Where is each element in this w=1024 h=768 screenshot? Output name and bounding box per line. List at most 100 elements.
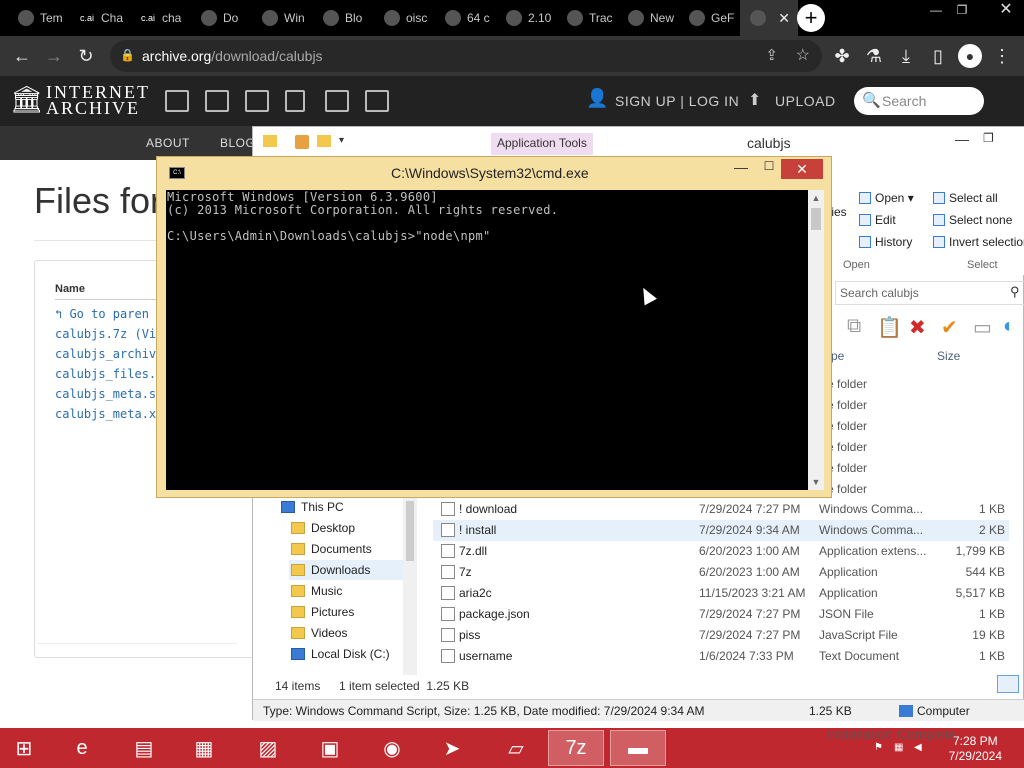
cmd-close-button[interactable]: ✕ [781, 159, 823, 179]
delete-icon[interactable]: ✖ [909, 315, 926, 340]
close-window-button[interactable]: ✕ [988, 0, 1024, 22]
explorer-icon[interactable]: ▤ [116, 730, 172, 766]
share-icon[interactable]: ⇪ [765, 46, 778, 64]
file-row[interactable]: 7z 6/20/2023 1:00 AM Application 544 KB [433, 562, 1009, 583]
tab-5[interactable]: Blo [313, 0, 374, 36]
nav-scrollbar[interactable] [403, 497, 417, 675]
globe-icon[interactable]: ◐ [1003, 315, 1015, 338]
nav-item-this-pc[interactable]: This PC [279, 497, 403, 517]
file-row[interactable]: ! install 7/29/2024 9:34 AM Windows Comma.… [433, 520, 1009, 541]
software-icon[interactable] [325, 90, 349, 112]
file-row[interactable]: ! download 7/29/2024 7:27 PM Windows Comma… [433, 499, 1009, 520]
file-row[interactable]: username 1/6/2024 7:33 PM Text Document 1 K… [433, 646, 1009, 667]
file-row[interactable]: aria2c 11/15/2023 3:21 AM Application 5,517… [433, 583, 1009, 604]
horizontal-scrollbar[interactable] [37, 643, 237, 653]
tab-9[interactable]: Trac [557, 0, 618, 36]
cmd-icon[interactable]: ▬ [610, 730, 666, 766]
tab-6[interactable]: oisc [374, 0, 435, 36]
web-icon[interactable] [165, 90, 189, 112]
ribbon-select-none-button[interactable]: Select none [933, 213, 1012, 227]
tray-flag-icon[interactable]: ⚑ [874, 742, 883, 753]
tab-4[interactable]: Win [252, 0, 313, 36]
rename-icon[interactable]: ▭ [973, 315, 992, 340]
size-column-header[interactable]: Size [937, 349, 960, 363]
cmd-scrollbar[interactable]: ▲ ▼ [808, 190, 824, 490]
tab-0[interactable]: Tem [8, 0, 69, 36]
signup-login-link[interactable]: SIGN UP | LOG IN [615, 93, 739, 109]
ie-icon[interactable]: e [54, 730, 110, 766]
back-icon[interactable]: ← [10, 44, 34, 68]
file-row[interactable]: piss 7/29/2024 7:27 PM JavaScript File 19 K… [433, 625, 1009, 646]
images-icon[interactable] [365, 90, 389, 112]
ribbon-open-button[interactable]: Open ▾ [859, 191, 914, 205]
tray-volume-icon[interactable]: ◀ [914, 742, 922, 753]
scroll-down-icon[interactable]: ▼ [808, 474, 824, 490]
ribbon-edit-button[interactable]: Edit [859, 213, 896, 227]
store-icon[interactable]: ▦ [176, 730, 232, 766]
go-to-parent-link[interactable]: ↰ Go to paren [55, 307, 149, 321]
tab-1[interactable]: c.ai Cha [69, 0, 130, 36]
file-link[interactable]: calubjs.7z (Vi [55, 327, 156, 341]
new-folder-icon[interactable] [317, 135, 331, 147]
ia-search-input[interactable]: 🔍 Search [854, 87, 984, 115]
properties-icon[interactable] [295, 135, 309, 149]
ribbon-history-button[interactable]: History [859, 235, 912, 249]
tab-8[interactable]: 2.10 [496, 0, 557, 36]
file-link[interactable]: calubjs_files. [55, 367, 156, 381]
close-tab-icon[interactable]: ✕ [778, 10, 790, 27]
file-link[interactable]: calubjs_meta.x [55, 407, 156, 421]
ribbon-select-all-button[interactable]: Select all [933, 191, 998, 205]
upload-link[interactable]: UPLOAD [775, 93, 836, 109]
nav-item-local-disk-c-[interactable]: Local Disk (C:) [289, 644, 403, 664]
ia-logo-text[interactable]: INTERNET ARCHIVE [46, 83, 150, 117]
nav-item-desktop[interactable]: Desktop [289, 518, 403, 538]
cmd-minimize-button[interactable]: — [731, 159, 751, 179]
details-view-icon[interactable] [997, 675, 1019, 693]
download-icon[interactable]: ⤓ [894, 44, 918, 68]
quick-access-dropdown-icon[interactable]: ▾ [339, 135, 344, 146]
file-link[interactable]: calubjs_archiv [55, 347, 156, 361]
tab-7[interactable]: 64 c [435, 0, 496, 36]
address-bar[interactable]: 🔒 archive.org/download/calubjs ⇪ ☆ [110, 40, 822, 72]
texts-icon[interactable] [205, 90, 229, 112]
cmd-scroll-thumb[interactable] [811, 208, 821, 230]
restore-button[interactable]: ❐ [944, 0, 980, 22]
name-column-header[interactable]: Name [55, 283, 85, 295]
start-icon[interactable]: ⊞ [0, 730, 48, 766]
explorer-minimize-button[interactable]: — [955, 131, 969, 147]
notepad-icon[interactable]: ▱ [488, 730, 544, 766]
cmd-title-bar[interactable]: C:\ C:\Windows\System32\cmd.exe — ☐ ✕ [157, 157, 833, 189]
tab-10[interactable]: New [618, 0, 679, 36]
explorer-search-input[interactable]: Search calubjs ⚲ [835, 281, 1024, 305]
perfmon-icon[interactable]: ▨ [240, 730, 296, 766]
extensions-icon[interactable]: ✤ [830, 44, 854, 68]
explorer-maximize-button[interactable]: ❐ [983, 131, 994, 145]
nav-scroll-thumb[interactable] [406, 501, 414, 561]
file-row[interactable]: 7z.dll 6/20/2023 1:00 AM Application exten… [433, 541, 1009, 562]
archive-logo-icon[interactable]: 🏛 [10, 84, 43, 116]
nav-item-music[interactable]: Music [289, 581, 403, 601]
file-link[interactable]: calubjs_meta.s [55, 387, 156, 401]
side-panel-icon[interactable]: ▯ [926, 44, 950, 68]
application-tools-tab[interactable]: Application Tools [491, 133, 593, 155]
7zip-icon[interactable]: 7z [548, 730, 604, 766]
menu-icon[interactable]: ⋮ [990, 44, 1014, 68]
copy-icon[interactable]: ⧉ [847, 315, 861, 338]
nav-item-pictures[interactable]: Pictures [289, 602, 403, 622]
audio-icon[interactable] [285, 90, 305, 112]
paste-icon[interactable]: 📋 [877, 315, 902, 340]
app-icon[interactable]: ▣ [302, 730, 358, 766]
tab-2[interactable]: c.ai cha [130, 0, 191, 36]
scroll-up-icon[interactable]: ▲ [808, 190, 824, 206]
tray-network-icon[interactable]: ▦ [894, 742, 903, 753]
chrome-icon[interactable]: ◉ [364, 730, 420, 766]
nav-about[interactable]: ABOUT [146, 136, 190, 150]
nav-item-downloads[interactable]: Downloads [289, 560, 403, 580]
nav-blog[interactable]: BLOG [220, 136, 255, 150]
cmd-console[interactable]: Microsoft Windows [Version 6.3.9600] (c) … [166, 190, 808, 490]
nav-item-videos[interactable]: Videos [289, 623, 403, 643]
profile-icon[interactable]: ● [958, 44, 982, 68]
bookmark-star-icon[interactable]: ☆ [796, 45, 810, 65]
type-column-header[interactable]: pe [831, 349, 844, 363]
forward-icon[interactable]: → [42, 44, 66, 68]
